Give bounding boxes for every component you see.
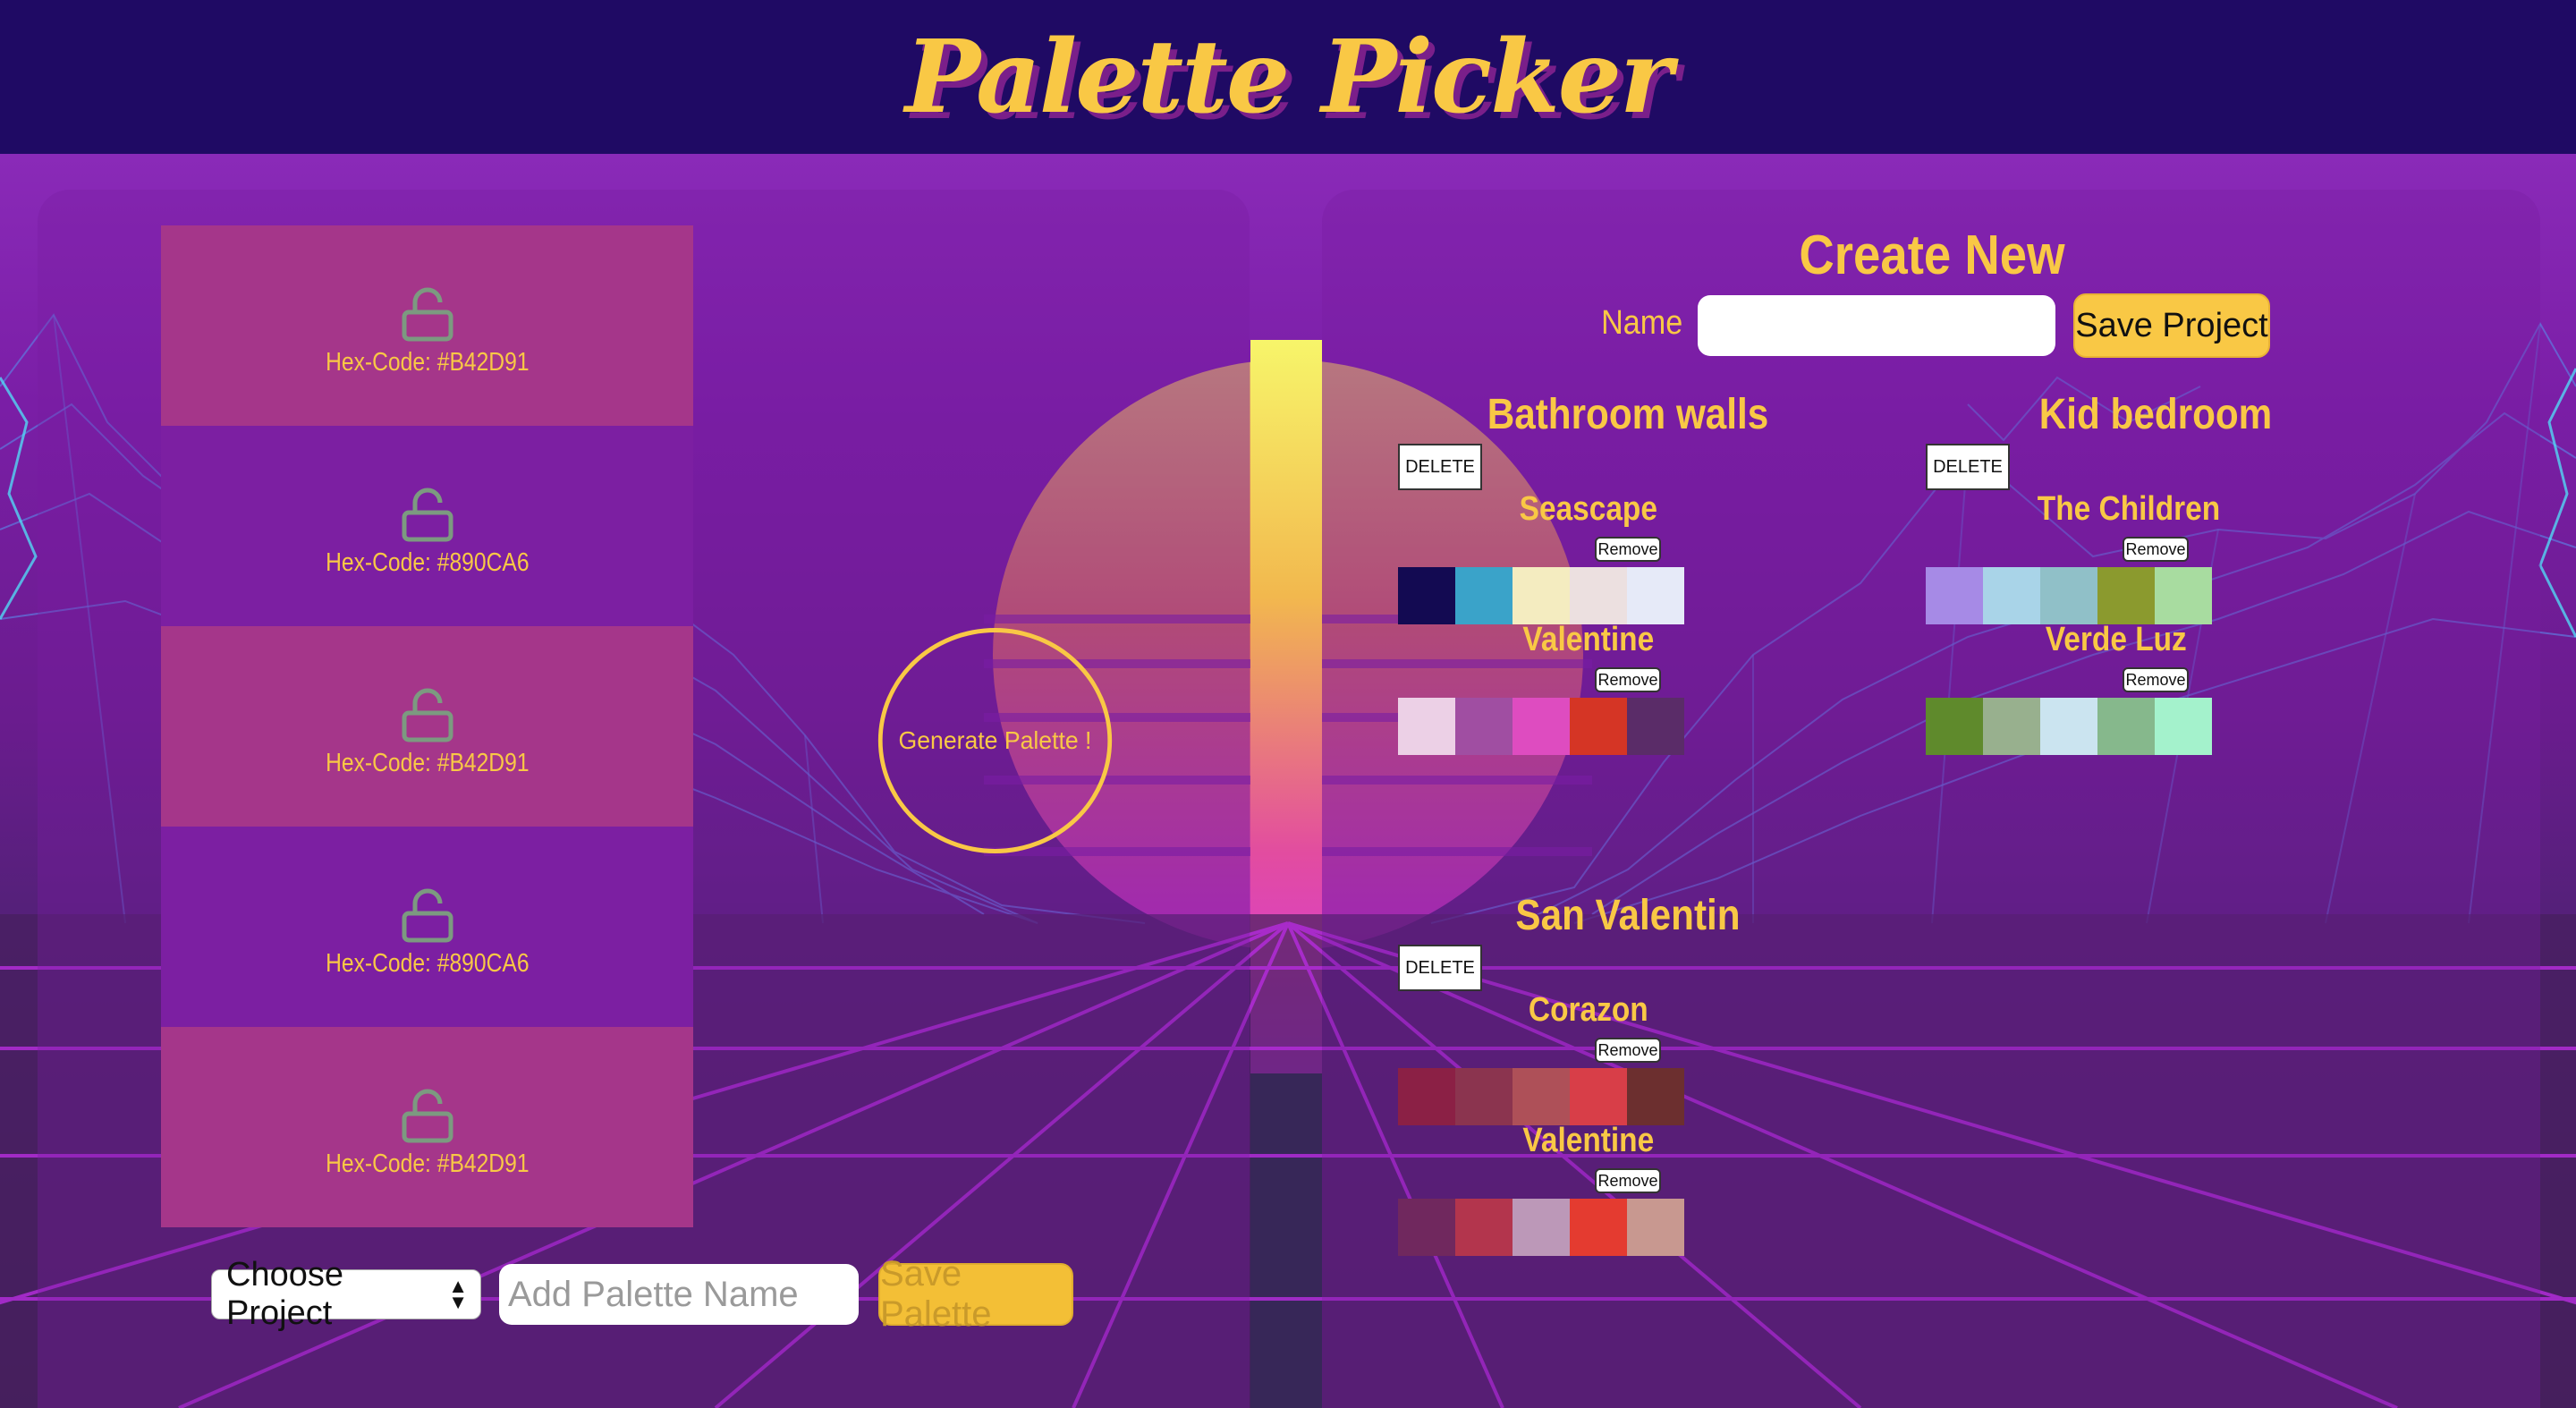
unlocked-padlock-icon[interactable] [401,688,454,743]
select-arrows-icon: ▲ ▼ [448,1275,468,1313]
project-title: Kid bedroom [2038,391,2273,438]
remove-palette-button[interactable]: Remove [2123,537,2189,562]
palette-color-chip [2155,698,2212,755]
saved-palette: Corazon Remove [1398,991,1684,1125]
saved-palette: The Children Remove [1926,490,2221,624]
choose-project-value: Choose Project [226,1256,343,1332]
palette-color-chip [1398,567,1455,624]
palette-color-chip [1513,698,1570,755]
save-palette-form: Choose Project ▲ ▼ Add Palette Name Save … [211,1254,1073,1334]
project-card: Bathroom walls [1458,390,1798,439]
save-palette-button[interactable]: Save Palette [878,1254,1073,1334]
remove-palette-button[interactable]: Remove [1595,1038,1661,1063]
hex-code-label: Hex-Code: #B42D91 [325,748,530,777]
palette-color-chip [1983,567,2040,624]
unlocked-padlock-icon[interactable] [401,488,454,543]
color-swatch[interactable]: Hex-Code: #890CA6 [161,426,693,626]
palette-name-placeholder: Add Palette Name [508,1274,799,1314]
color-swatch[interactable]: Hex-Code: #B42D91 [161,225,693,426]
palette-color-chip [1983,698,2040,755]
saved-palette: Seascape Remove [1398,490,1684,624]
project-card: Kid bedroom [1986,390,2326,439]
color-swatch-list: Hex-Code: #B42D91 Hex-Code: #890CA6 Hex-… [161,225,693,1227]
delete-project-button[interactable]: DELETE [1398,945,1482,991]
palette-title: Valentine [1522,1122,1655,1159]
palette-color-chip [1926,567,1983,624]
color-swatch[interactable]: Hex-Code: #890CA6 [161,827,693,1027]
palette-title: Valentine [1522,621,1655,658]
palette-title: Seascape [1519,490,1657,528]
project-title: San Valentin [1515,892,1741,939]
hex-code-label: Hex-Code: #B42D91 [325,347,530,377]
palette-color-chip [1455,567,1513,624]
palette-title: The Children [2037,490,2221,528]
palette-color-chip [1398,1199,1455,1256]
project-name-label: Name [1601,304,1683,342]
remove-palette-button[interactable]: Remove [1595,667,1661,692]
palette-color-chip [1513,567,1570,624]
palette-color-chip [1570,1068,1627,1125]
palette-color-chip [1513,1068,1570,1125]
palette-name-input[interactable]: Add Palette Name [499,1264,859,1325]
delete-project-button[interactable]: DELETE [1398,444,1482,490]
saved-palette: Valentine Remove [1398,1122,1684,1256]
palette-color-chip [1455,1068,1513,1125]
palette-color-chip [2097,567,2155,624]
hex-code-label: Hex-Code: #890CA6 [325,547,530,577]
palette-color-chip [1570,567,1627,624]
palette-colors[interactable] [1398,1199,1684,1256]
hex-code-label: Hex-Code: #B42D91 [325,1149,530,1178]
color-swatch[interactable]: Hex-Code: #B42D91 [161,626,693,827]
saved-palette: Verde Luz Remove [1926,621,2212,755]
palette-color-chip [1570,1199,1627,1256]
palette-color-chip [1570,698,1627,755]
palette-title: Verde Luz [2045,621,2187,658]
unlocked-padlock-icon[interactable] [401,287,454,343]
palette-color-chip [2097,698,2155,755]
palette-colors[interactable] [1398,698,1684,755]
palette-color-chip [1513,1199,1570,1256]
palette-color-chip [1926,698,1983,755]
palette-color-chip [1627,567,1684,624]
saved-palette: Valentine Remove [1398,621,1684,755]
palette-color-chip [2155,567,2212,624]
palette-color-chip [2040,567,2097,624]
palette-colors[interactable] [1398,567,1684,624]
project-name-input[interactable] [1698,295,2055,356]
app-title: Palette Picker [904,18,1673,136]
palette-color-chip [1455,698,1513,755]
palette-colors[interactable] [1926,567,2212,624]
palette-color-chip [1627,1199,1684,1256]
palette-colors[interactable] [1926,698,2212,755]
palette-colors[interactable] [1398,1068,1684,1125]
choose-project-select[interactable]: Choose Project ▲ ▼ [211,1256,481,1332]
palette-color-chip [1398,698,1455,755]
palette-color-chip [1627,1068,1684,1125]
palette-color-chip [2040,698,2097,755]
generate-palette-button[interactable]: Generate Palette ! [877,628,1113,853]
unlocked-padlock-icon[interactable] [401,888,454,944]
color-swatch[interactable]: Hex-Code: #B42D91 [161,1027,693,1227]
project-card: San Valentin [1458,891,1798,940]
unlocked-padlock-icon[interactable] [401,1089,454,1144]
palette-color-chip [1398,1068,1455,1125]
remove-palette-button[interactable]: Remove [2123,667,2189,692]
remove-palette-button[interactable]: Remove [1595,537,1661,562]
palette-color-chip [1455,1199,1513,1256]
remove-palette-button[interactable]: Remove [1595,1168,1661,1193]
save-project-button[interactable]: Save Project [2073,293,2270,358]
project-title: Bathroom walls [1487,391,1769,438]
app-header: Palette Picker [0,0,2576,154]
delete-project-button[interactable]: DELETE [1926,444,2010,490]
palette-title: Corazon [1528,991,1648,1029]
palette-color-chip [1627,698,1684,755]
hex-code-label: Hex-Code: #890CA6 [325,948,530,978]
